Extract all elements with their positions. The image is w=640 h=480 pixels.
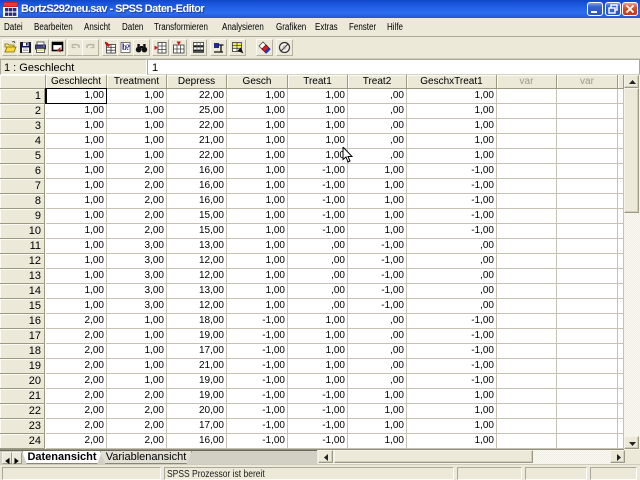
svg-text:?: ? bbox=[126, 43, 130, 52]
